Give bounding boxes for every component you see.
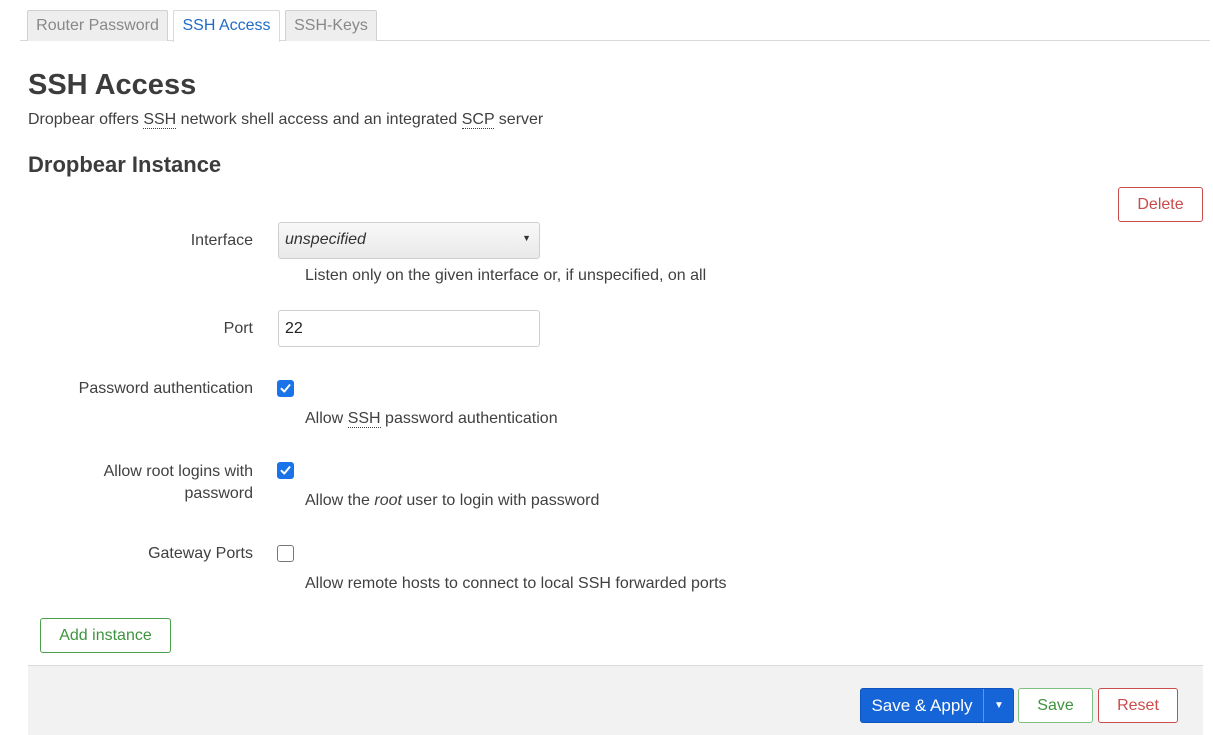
checkmark-icon — [280, 384, 291, 393]
root-login-description: Allow the root user to login with passwo… — [305, 490, 599, 512]
section-title: Dropbear Instance — [28, 152, 222, 177]
tab-bar: Router Password SSH Access SSH-Keys — [20, 10, 1210, 42]
tab-ssh-keys[interactable]: SSH-Keys — [285, 10, 377, 41]
root-login-desc-prefix: Allow the — [305, 492, 375, 509]
page-description-mid: network shell access and an integrated — [176, 111, 462, 128]
password-auth-checkbox[interactable] — [277, 380, 294, 397]
page-description-prefix: Dropbear offers — [28, 111, 144, 128]
tab-router-password[interactable]: Router Password — [27, 10, 168, 41]
port-label: Port — [223, 320, 253, 337]
ssh-abbr: SSH — [347, 410, 381, 428]
scp-abbr: SCP — [461, 111, 495, 129]
delete-button[interactable]: Delete — [1118, 187, 1203, 222]
page-description-suffix: server — [494, 111, 544, 128]
interface-label: Interface — [190, 232, 253, 249]
gateway-ports-checkbox[interactable] — [277, 545, 294, 562]
root-login-desc-suffix: user to login with password — [401, 492, 600, 509]
caret-down-icon[interactable]: ▼ — [984, 689, 1014, 722]
ssh-abbr: SSH — [143, 111, 177, 129]
tab-ssh-access[interactable]: SSH Access — [173, 10, 280, 42]
interface-description: Listen only on the given interface or, i… — [305, 267, 707, 284]
root-login-label-line2: password — [184, 485, 253, 502]
password-auth-label: Password authentication — [78, 380, 253, 397]
triangle-down-icon: ▼ — [522, 233, 531, 243]
port-input[interactable] — [278, 310, 540, 347]
checkmark-icon — [280, 466, 291, 475]
root-login-desc-em: root — [374, 492, 402, 509]
save-apply-button[interactable]: Save & Apply — [861, 689, 983, 722]
interface-select[interactable]: unspecified ▼ — [278, 222, 540, 259]
save-button[interactable]: Save — [1018, 688, 1093, 723]
page-description: Dropbear offers SSH network shell access… — [28, 109, 543, 131]
gateway-ports-description: Allow remote hosts to connect to local S… — [305, 575, 727, 592]
page-title: SSH Access — [28, 69, 197, 101]
gateway-ports-label: Gateway Ports — [148, 545, 253, 562]
password-auth-description: Allow SSH password authentication — [305, 408, 558, 430]
password-auth-desc-prefix: Allow — [305, 410, 348, 427]
add-instance-button[interactable]: Add instance — [40, 618, 171, 653]
root-login-checkbox[interactable] — [277, 462, 294, 479]
save-apply-button-group: Save & Apply ▼ — [860, 688, 1014, 723]
root-login-label-line1: Allow root logins with — [103, 463, 253, 480]
password-auth-desc-suffix: password authentication — [380, 410, 558, 427]
root-login-label: Allow root logins with password — [104, 461, 253, 505]
interface-select-value: unspecified — [285, 231, 366, 248]
reset-button[interactable]: Reset — [1098, 688, 1178, 723]
